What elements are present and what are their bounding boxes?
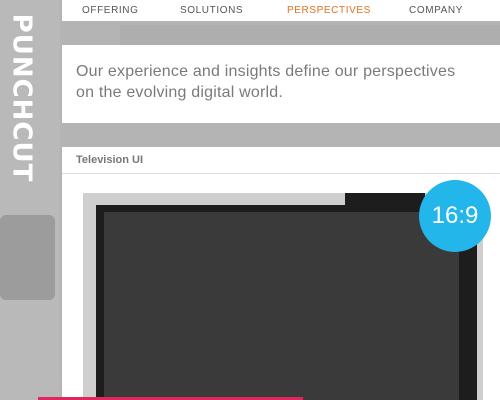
nav-item-solutions[interactable]: SOLUTIONS bbox=[180, 5, 243, 16]
background-phone-image bbox=[0, 215, 55, 300]
brand-logo[interactable]: PUNCHCUT bbox=[2, 14, 40, 183]
intro-text-line1: Our experience and insights define our p… bbox=[76, 63, 456, 80]
tv-screen bbox=[104, 212, 459, 400]
intro-card: Our experience and insights define our p… bbox=[62, 45, 500, 123]
section-title: Television UI bbox=[62, 147, 500, 174]
nav-item-perspectives[interactable]: PERSPECTIVES bbox=[287, 5, 371, 16]
intro-text-line2: on the evolving digital world. bbox=[76, 84, 284, 101]
top-nav: OFFERING SOLUTIONS PERSPECTIVES COMPANY bbox=[62, 0, 500, 21]
nav-item-company[interactable]: COMPANY bbox=[409, 5, 463, 16]
background-strip bbox=[120, 25, 500, 45]
brand-logo-text: PUNCHCUT bbox=[6, 13, 37, 183]
nav-item-offering[interactable]: OFFERING bbox=[82, 5, 138, 16]
aspect-ratio-badge: 16:9 bbox=[419, 180, 491, 252]
